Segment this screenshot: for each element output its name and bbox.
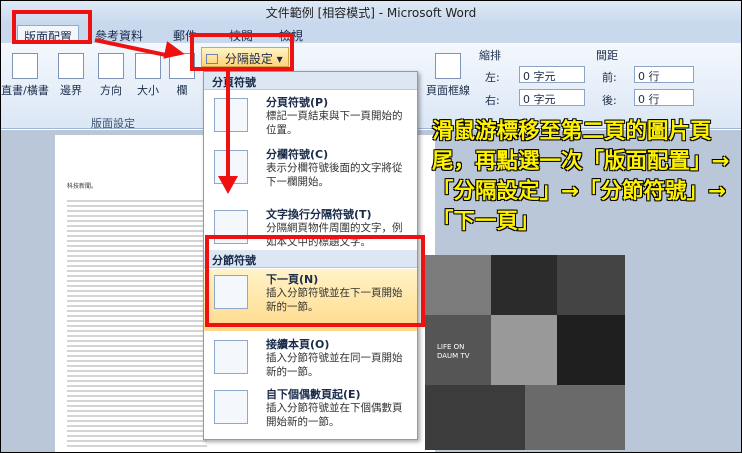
photo-tile xyxy=(491,255,557,315)
document-photo[interactable]: LIFE ON DAUM TV xyxy=(425,255,625,450)
page-breaks-header: 分頁符號 xyxy=(204,72,417,90)
page-break-desc: 標記一頁結束與下一頁開始的位置。 xyxy=(266,110,403,136)
orientation-icon xyxy=(98,53,124,79)
page-borders-icon xyxy=(435,53,461,79)
text-direction-label: 直書/橫書 xyxy=(1,84,49,97)
page-break-title: 分頁符號(P) xyxy=(266,96,329,109)
doc-body-text xyxy=(67,197,207,447)
highlight-breaks-button xyxy=(190,33,294,71)
menu-item-continuous[interactable]: 接續本頁(O) 插入分節符號並在同一頁開始新的一節。 xyxy=(204,334,417,382)
page-borders-label: 頁面框線 xyxy=(426,84,470,97)
text-direction-button[interactable]: 直書/橫書 xyxy=(1,53,49,98)
spacing-after-label: 後: xyxy=(602,94,617,107)
text-wrapping-title: 文字換行分隔符號(T) xyxy=(266,208,372,221)
photo-tile xyxy=(425,255,491,315)
photo-tile xyxy=(425,385,525,450)
indent-right-label: 右: xyxy=(485,94,500,107)
page-setup-group-label: 版面設定 xyxy=(91,117,135,130)
photo-tile xyxy=(525,385,625,450)
arrow-to-next-page-head xyxy=(218,176,238,194)
indent-left-field[interactable]: 0 字元 xyxy=(519,66,585,83)
margins-button[interactable]: 邊界 xyxy=(53,53,89,98)
instruction-callout: 滑鼠游標移至第二頁的圖片頁尾，再點選一次「版面配置」→「分隔設定」→「分節符號」… xyxy=(432,119,730,234)
size-label: 大小 xyxy=(137,84,159,97)
photo-tile xyxy=(491,315,557,385)
even-page-desc: 插入分節符號並在下個偶數頁開始新的一節。 xyxy=(266,402,403,428)
orientation-label: 方向 xyxy=(100,84,122,97)
highlight-layout-tab xyxy=(12,10,92,44)
arrow-to-next-page-line xyxy=(226,70,230,178)
highlight-next-page-item xyxy=(205,235,425,327)
indent-left-label: 左: xyxy=(485,71,500,84)
even-page-title: 自下個偶數頁起(E) xyxy=(266,388,361,401)
even-page-icon xyxy=(214,390,248,424)
size-icon xyxy=(135,53,161,79)
photo-caption: LIFE ON DAUM TV xyxy=(437,343,470,360)
menu-item-even-page[interactable]: 自下個偶數頁起(E) 插入分節符號並在下個偶數頁開始新的一節。 xyxy=(204,384,417,438)
column-break-desc: 表示分欄符號後面的文字將從下一欄開始。 xyxy=(266,162,403,188)
photo-tile xyxy=(557,315,625,385)
columns-label: 欄 xyxy=(176,84,188,97)
page-borders-button[interactable]: 頁面框線 xyxy=(423,53,473,98)
margins-icon xyxy=(58,53,84,79)
indent-title: 縮排 xyxy=(479,49,501,62)
indent-group: 縮排 左: 0 字元 右: 0 字元 xyxy=(479,47,591,115)
spacing-before-label: 前: xyxy=(602,71,617,84)
text-direction-icon xyxy=(12,53,38,79)
arrow-to-breaks-head xyxy=(163,41,187,63)
spacing-after-field[interactable]: 0 行 xyxy=(634,89,694,106)
orientation-button[interactable]: 方向 xyxy=(93,53,129,98)
title-bar: 文件範例 [相容模式] - Microsoft Word xyxy=(1,1,741,23)
column-break-title: 分欄符號(C) xyxy=(266,148,329,161)
page-break-icon xyxy=(214,98,248,132)
window-title: 文件範例 [相容模式] - Microsoft Word xyxy=(265,6,477,20)
margins-label: 邊界 xyxy=(60,84,82,97)
spacing-group: 間距 前: 0 行 後: 0 行 xyxy=(596,47,706,115)
continuous-title: 接續本頁(O) xyxy=(266,338,330,351)
size-button[interactable]: 大小 xyxy=(133,53,163,98)
doc-heading: 科技新聞。 xyxy=(67,183,98,190)
continuous-icon xyxy=(214,340,248,374)
menu-item-page-break[interactable]: 分頁符號(P) 標記一頁結束與下一頁開始的位置。 xyxy=(204,92,417,142)
spacing-before-field[interactable]: 0 行 xyxy=(634,66,694,83)
indent-right-field[interactable]: 0 字元 xyxy=(519,89,585,106)
continuous-desc: 插入分節符號並在同一頁開始新的一節。 xyxy=(266,352,403,378)
spacing-title: 間距 xyxy=(596,49,618,62)
